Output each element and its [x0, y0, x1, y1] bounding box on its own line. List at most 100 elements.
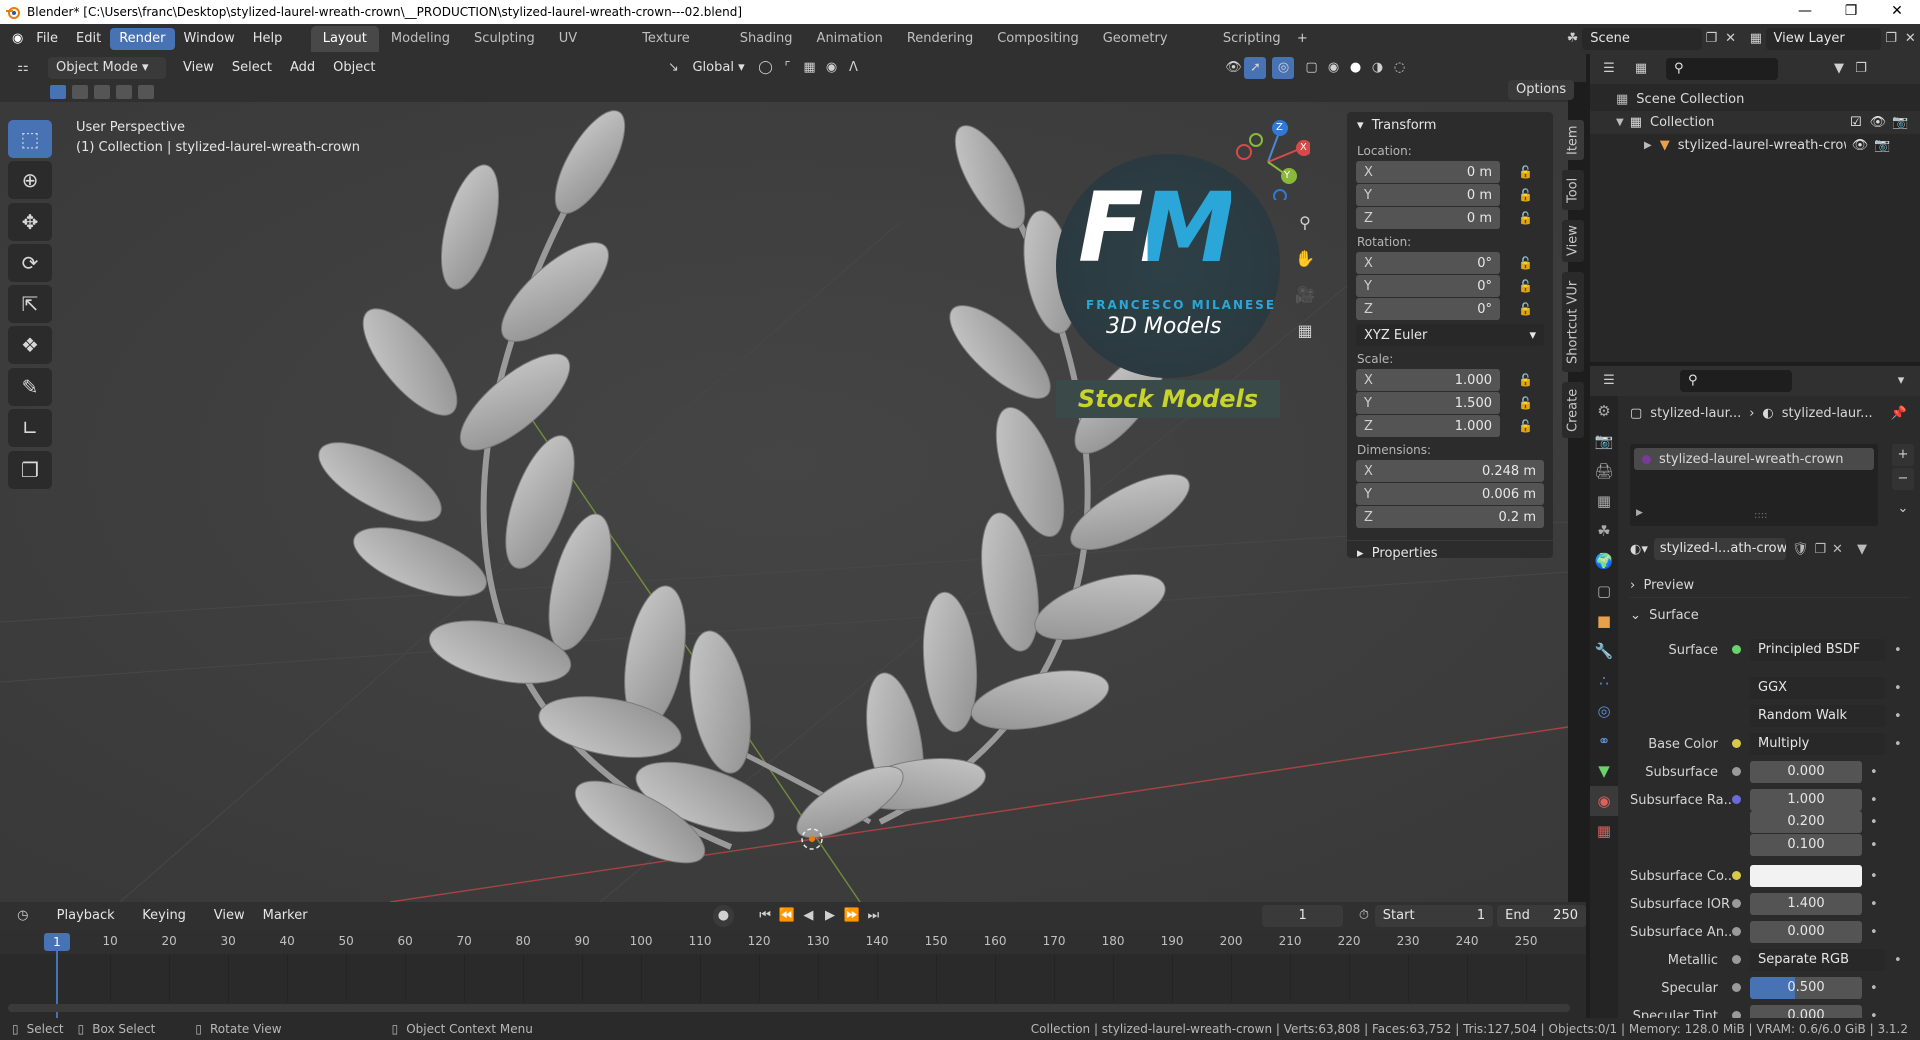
keyframe-dot-icon[interactable]: • — [1870, 838, 1878, 853]
surface-panel-header[interactable]: ⌄ Surface — [1630, 604, 1910, 628]
keyframe-dot-icon[interactable]: • — [1870, 765, 1878, 780]
particles-props-icon[interactable]: ∴ — [1590, 666, 1618, 696]
add-workspace-icon[interactable]: + — [1293, 28, 1312, 50]
object-props-icon[interactable]: ■ — [1590, 606, 1618, 636]
display-mode-icon[interactable]: ▦ — [1630, 58, 1652, 80]
tab-view[interactable]: View — [1562, 220, 1584, 262]
tab-scripting[interactable]: Scripting — [1211, 26, 1293, 52]
tab-uv-editing[interactable]: UV Editing — [547, 26, 630, 72]
breadcrumb-material[interactable]: stylized-laur... — [1782, 406, 1873, 421]
falloff-icon[interactable]: Λ — [842, 57, 864, 79]
dimensions-z-field[interactable]: Z 0.2 m — [1356, 506, 1544, 528]
rendered-shading-icon[interactable]: ◌ — [1388, 57, 1410, 79]
orientation-dropdown[interactable]: Global ▾ — [684, 57, 754, 79]
pan-hand-icon[interactable]: ✋ — [1294, 248, 1316, 270]
surface-prop-slider[interactable]: 0.500 — [1750, 977, 1862, 999]
filter-icon[interactable]: ▼ — [1857, 542, 1867, 557]
jump-start-icon[interactable]: ⏮ — [754, 905, 776, 927]
snap-icon[interactable]: ⌜ — [776, 57, 798, 79]
select-mode-icons[interactable] — [48, 83, 158, 101]
material-browse-icon[interactable]: ◐▾ — [1630, 542, 1648, 557]
dimensions-x-field[interactable]: X 0.248 m — [1356, 460, 1544, 482]
scene-field[interactable]: Scene — [1582, 28, 1702, 50]
visibility-icon[interactable]: 👁 — [1222, 57, 1244, 79]
tool-props-icon[interactable]: ⚙ — [1590, 396, 1618, 426]
menu-marker[interactable]: Marker — [254, 905, 317, 927]
navigation-gizmo[interactable] — [1226, 116, 1310, 200]
scale-z-field[interactable]: Z 1.000 — [1356, 415, 1500, 437]
select-box-tool-icon[interactable]: ⬚ — [8, 120, 52, 158]
rotation-x-field[interactable]: X 0° — [1356, 252, 1500, 274]
rotation-mode-dropdown[interactable]: XYZ Euler ▾ — [1356, 324, 1544, 346]
tab-geometry-nodes[interactable]: Geometry Nodes — [1091, 26, 1211, 72]
cursor-tool-icon[interactable]: ⊕ — [8, 161, 52, 199]
snap-target-icon[interactable]: ▦ — [798, 57, 820, 79]
maximize-icon[interactable]: ❐ — [1828, 0, 1874, 24]
menu-file[interactable]: File — [27, 28, 67, 50]
playhead-frame[interactable]: 1 — [44, 933, 70, 951]
socket-dot-icon[interactable] — [1732, 644, 1741, 654]
options-dropdown[interactable]: Options ▾ — [1508, 80, 1575, 117]
transform-orientation-icon[interactable]: ↘ — [662, 57, 684, 79]
end-frame-field[interactable]: End 250 — [1497, 905, 1586, 927]
tab-tool[interactable]: Tool — [1562, 170, 1584, 210]
jump-end-icon[interactable]: ⏭ — [863, 905, 885, 927]
keyframe-dot-icon[interactable]: • — [1870, 981, 1878, 996]
unlink-icon[interactable]: ✕ — [1832, 542, 1843, 557]
tab-compositing[interactable]: Compositing — [985, 26, 1091, 52]
socket-dot-icon[interactable] — [1732, 766, 1741, 776]
stopwatch-icon[interactable]: ⏱ — [1353, 905, 1375, 927]
menu-timeline-view[interactable]: View — [205, 905, 254, 927]
surface-prop-color-swatch[interactable] — [1750, 865, 1862, 887]
material-name-field[interactable]: stylized-l...ath-crown — [1653, 538, 1786, 560]
socket-dot-icon[interactable] — [1732, 738, 1741, 748]
surface-prop-field[interactable]: 0.000 — [1750, 761, 1862, 783]
location-z-field[interactable]: Z 0 m — [1356, 207, 1500, 229]
jump-keyframe-back-icon[interactable]: ⏪ — [776, 905, 798, 927]
surface-prop-field[interactable]: 0.000 — [1750, 921, 1862, 943]
tab-modeling[interactable]: Modeling — [379, 26, 462, 52]
add-cube-tool-icon[interactable]: ❐ — [8, 451, 52, 489]
socket-dot-icon[interactable] — [1732, 870, 1741, 880]
lock-icon[interactable]: 🔓 — [1518, 396, 1533, 410]
camera-icon[interactable]: 🎥 — [1294, 284, 1316, 306]
texture-props-icon[interactable]: ▦ — [1590, 816, 1618, 846]
menu-view[interactable]: View — [174, 57, 223, 79]
socket-dot-icon[interactable] — [1732, 926, 1741, 936]
keyframe-dot-icon[interactable]: • — [1870, 815, 1878, 830]
material-props-icon[interactable]: ◉ — [1590, 786, 1618, 816]
socket-dot-icon[interactable] — [1732, 954, 1741, 964]
lock-icon[interactable]: 🔓 — [1518, 419, 1533, 433]
surface-prop-dropdown[interactable]: Random Walk — [1750, 705, 1886, 727]
current-frame-field[interactable]: 1 — [1262, 905, 1344, 927]
tab-sculpting[interactable]: Sculpting — [462, 26, 547, 52]
pivot-icon[interactable]: ◯ — [754, 57, 776, 79]
preview-panel-header[interactable]: › Preview — [1630, 574, 1910, 598]
mode-dropdown[interactable]: Object Mode ▾ — [48, 57, 166, 79]
view-layer-field[interactable]: View Layer — [1765, 28, 1882, 50]
duplicate-icon[interactable]: ❐ — [1814, 542, 1826, 557]
outliner-editor-icon[interactable]: ☰ — [1598, 58, 1620, 80]
surface-prop-dropdown[interactable]: Separate RGB — [1750, 949, 1886, 971]
xray-icon[interactable]: ▢ — [1300, 57, 1322, 79]
outliner-search-input[interactable]: ⚲ — [1666, 58, 1778, 80]
menu-select[interactable]: Select — [223, 57, 281, 79]
world-props-icon[interactable]: 🌍 — [1590, 546, 1618, 576]
solid-shading-icon[interactable]: ● — [1344, 57, 1366, 79]
close-icon[interactable]: ✕ — [1874, 0, 1920, 24]
dimensions-y-field[interactable]: Y 0.006 m — [1356, 483, 1544, 505]
menu-playback[interactable]: Playback ▾ — [48, 905, 134, 945]
timeline-editor-icon[interactable]: ◷ — [12, 905, 34, 927]
transform-header[interactable]: ▾ Transform — [1347, 112, 1553, 138]
menu-render[interactable]: Render — [110, 28, 175, 50]
jump-keyframe-forward-icon[interactable]: ⏩ — [841, 905, 863, 927]
minimize-icon[interactable]: — — [1782, 0, 1828, 24]
keyframe-dot-icon[interactable]: • — [1894, 681, 1902, 696]
lock-icon[interactable]: 🔓 — [1518, 373, 1533, 387]
surface-prop-field[interactable]: 1.000 — [1750, 789, 1862, 811]
keyframe-dot-icon[interactable]: • — [1894, 709, 1902, 724]
tab-animation[interactable]: Animation — [805, 26, 895, 52]
resize-handle-icon[interactable]: :::: — [1754, 510, 1767, 521]
play-reverse-icon[interactable]: ◀ — [798, 905, 820, 927]
new-scene-icon[interactable]: ❐ — [1702, 28, 1721, 50]
